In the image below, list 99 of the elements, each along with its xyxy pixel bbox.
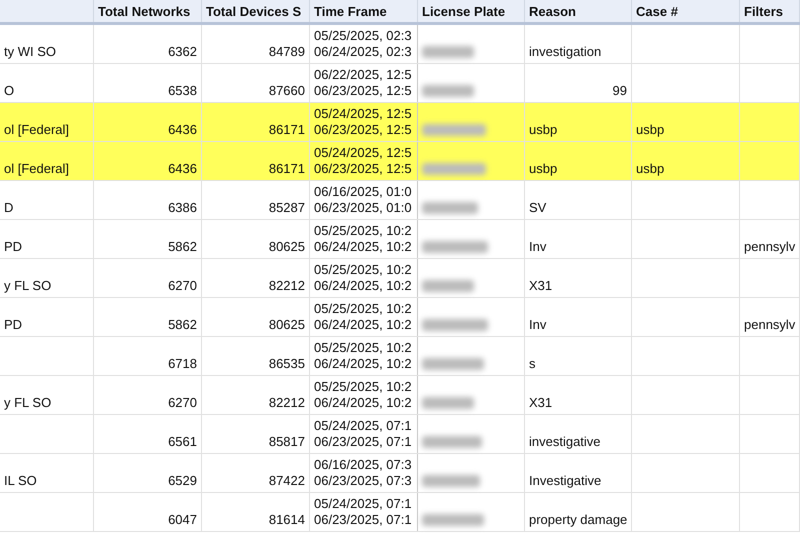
- table-cell: 5862: [168, 317, 197, 333]
- table-cell: SV: [529, 200, 546, 216]
- table-cell: 87422: [268, 473, 305, 489]
- table-cell: investigation: [529, 44, 602, 60]
- blurred-plate: [422, 358, 484, 370]
- table-cell-text: 05/25/2025, 10:2: [314, 340, 413, 356]
- column-header[interactable]: Total Devices S: [202, 0, 310, 22]
- table-cell: 84789: [268, 44, 305, 60]
- column-header[interactable]: Total Networks: [94, 0, 202, 22]
- table-cell: 6561: [168, 434, 197, 450]
- blurred-plate: [422, 397, 474, 409]
- table-cell: 85817: [268, 434, 305, 450]
- table-cell-text: 06/23/2025, 07:3: [314, 473, 413, 489]
- table-cell: 86171: [268, 161, 305, 177]
- table-cell: 86535: [268, 356, 305, 372]
- table-cell-text: 06/23/2025, 01:0: [314, 200, 413, 216]
- table-cell: 6529: [168, 473, 197, 489]
- blurred-plate: [422, 163, 486, 175]
- table-cell-text: 05/25/2025, 10:2: [314, 301, 413, 317]
- column-header[interactable]: License Plate: [418, 0, 525, 22]
- table-cell: 6538: [168, 83, 197, 99]
- table-cell: ty WI SO: [4, 44, 56, 60]
- table-cell: 82212: [268, 395, 305, 411]
- blurred-plate: [422, 46, 474, 58]
- table-cell-text: 05/25/2025, 10:2: [314, 379, 413, 395]
- blurred-plate: [422, 124, 486, 136]
- table-cell-text: 06/24/2025, 10:2: [314, 356, 413, 372]
- table-cell-text: 05/25/2025, 02:3: [314, 28, 413, 44]
- table-cell: ol [Federal]: [4, 161, 70, 177]
- table-cell-text: 06/24/2025, 10:2: [314, 239, 413, 255]
- column-header[interactable]: Filters: [740, 0, 800, 22]
- blurred-plate: [422, 241, 488, 253]
- table-cell-text: 06/23/2025, 07:1: [314, 512, 413, 528]
- blurred-plate: [422, 280, 474, 292]
- table-cell: 81614: [268, 512, 305, 528]
- table-cell: s: [529, 356, 536, 372]
- table-cell: 82212: [268, 278, 305, 294]
- table-cell: 80625: [268, 239, 305, 255]
- blurred-plate: [422, 436, 482, 448]
- table-cell-text: 05/24/2025, 07:1: [314, 496, 413, 512]
- table-cell-text: 06/24/2025, 10:2: [314, 317, 413, 333]
- table-cell: PD: [4, 317, 22, 333]
- table-cell: pennsylv: [744, 239, 796, 255]
- table-cell-text: 05/24/2025, 12:5: [314, 145, 413, 161]
- table-cell: investigative: [529, 434, 601, 450]
- table-cell: 6362: [168, 44, 197, 60]
- table-cell-text: 06/23/2025, 07:1: [314, 434, 413, 450]
- table-cell: y FL SO: [4, 278, 52, 294]
- table-cell-text: 06/22/2025, 12:5: [314, 67, 413, 83]
- column-header[interactable]: Time Frame: [310, 0, 418, 22]
- table-cell: D: [4, 200, 14, 216]
- table-cell: Inv: [529, 317, 546, 333]
- table-cell-text: 06/23/2025, 12:5: [314, 122, 413, 138]
- table-cell: O: [4, 83, 14, 99]
- table-cell: 87660: [268, 83, 305, 99]
- table-cell-text: 05/25/2025, 10:2: [314, 223, 413, 239]
- table-cell-text: 06/24/2025, 02:3: [314, 44, 413, 60]
- table-cell-text: 05/25/2025, 10:2: [314, 262, 413, 278]
- table-cell-text: 06/16/2025, 01:0: [314, 184, 413, 200]
- table-cell: 5862: [168, 239, 197, 255]
- table-cell: 6436: [168, 161, 197, 177]
- table-cell: 6436: [168, 122, 197, 138]
- table-cell: 86171: [268, 122, 305, 138]
- blurred-plate: [422, 319, 488, 331]
- table-cell: usbp: [636, 122, 664, 138]
- table-cell: 6718: [168, 356, 197, 372]
- table-cell-text: 06/24/2025, 10:2: [314, 278, 413, 294]
- table-cell: X31: [529, 395, 552, 411]
- table-cell: 6270: [168, 278, 197, 294]
- table-cell: 6386: [168, 200, 197, 216]
- column-header[interactable]: Reason: [525, 0, 632, 22]
- table-cell-text: 06/23/2025, 12:5: [314, 161, 413, 177]
- blurred-plate: [422, 202, 478, 214]
- table-cell: X31: [529, 278, 552, 294]
- table-cell: PD: [4, 239, 22, 255]
- blurred-plate: [422, 475, 480, 487]
- table-cell-text: 06/16/2025, 07:3: [314, 457, 413, 473]
- table-cell: y FL SO: [4, 395, 52, 411]
- table-cell: pennsylv: [744, 317, 796, 333]
- table-cell: IL SO: [4, 473, 37, 489]
- table-cell: Inv: [529, 239, 546, 255]
- table-cell-text: 06/23/2025, 12:5: [314, 83, 413, 99]
- table-cell: 99: [612, 83, 627, 99]
- blurred-plate: [422, 514, 484, 526]
- table-cell: 85287: [268, 200, 305, 216]
- table-cell: 80625: [268, 317, 305, 333]
- table-cell-text: 05/24/2025, 12:5: [314, 106, 413, 122]
- table-cell-text: 05/24/2025, 07:1: [314, 418, 413, 434]
- table-cell: ol [Federal]: [4, 122, 70, 138]
- table-cell: usbp: [529, 122, 558, 138]
- table-cell: usbp: [636, 161, 664, 177]
- column-header[interactable]: Case #: [632, 0, 740, 22]
- table-cell: 6047: [168, 512, 197, 528]
- blurred-plate: [422, 85, 474, 97]
- table-cell: usbp: [529, 161, 558, 177]
- table-cell: 6270: [168, 395, 197, 411]
- table-cell-text: 06/24/2025, 10:2: [314, 395, 413, 411]
- table-cell: Investigative: [529, 473, 602, 489]
- table-cell: property damage: [529, 512, 628, 528]
